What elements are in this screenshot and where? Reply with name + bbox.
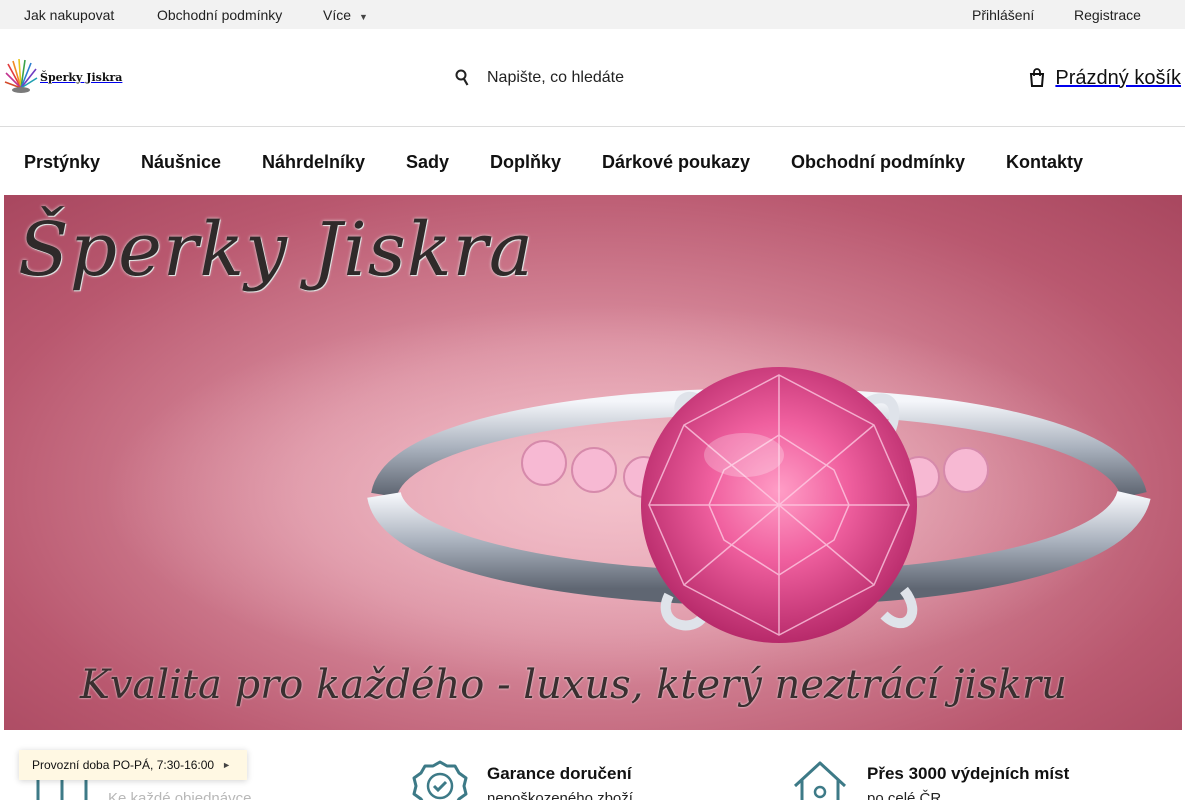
banner-tagline: Kvalita pro každého - luxus, který neztr… [80, 662, 1067, 708]
topbar-link-terms[interactable]: Obchodní podmínky [157, 7, 282, 23]
opening-hours-popup[interactable]: Provozní doba PO-PÁ, 7:30-16:00 ► [19, 750, 247, 780]
nav-item-rings[interactable]: Prstýnky [24, 152, 100, 173]
topbar-more-label: Více [323, 7, 352, 23]
search-input[interactable] [487, 69, 727, 87]
main-navigation: Prstýnky Náušnice Náhrdelníky Sady Doplň… [0, 127, 1185, 195]
search-icon[interactable] [452, 67, 472, 89]
chevron-down-icon: ▼ [359, 12, 368, 22]
topbar-link-how-to-shop[interactable]: Jak nakupovat [24, 7, 114, 23]
feature-subtitle: po celé ČR [867, 790, 942, 800]
logo-spark-icon [4, 58, 38, 93]
feature-title: Přes 3000 výdejních míst [867, 764, 1070, 783]
feature-subtitle: Ke každé objednávce [108, 790, 252, 800]
nav-item-contacts[interactable]: Kontakty [1006, 152, 1083, 173]
nav-item-accessories[interactable]: Doplňky [490, 152, 561, 173]
top-utility-bar: Jak nakupovat Obchodní podmínky Více ▼ Př… [0, 0, 1185, 29]
feature-subtitle: nepoškozeného zboží [487, 790, 633, 800]
nav-item-terms[interactable]: Obchodní podmínky [791, 152, 965, 173]
nav-item-gift-vouchers[interactable]: Dárkové poukazy [602, 152, 750, 173]
cart-icon [1030, 68, 1045, 87]
nav-item-necklaces[interactable]: Náhrdelníky [262, 152, 365, 173]
banner-title: Šperky Jiskra [18, 207, 535, 293]
nav-item-sets[interactable]: Sady [406, 152, 449, 173]
nav-item-earrings[interactable]: Náušnice [141, 152, 221, 173]
site-header: Šperky Jiskra Prázdný košík [0, 29, 1185, 127]
hero-banner[interactable]: Šperky Jiskra Kvalita pro každého - luxu… [4, 195, 1182, 730]
site-logo[interactable]: Šperky Jiskra [4, 57, 122, 97]
cart-button[interactable]: Prázdný košík [1029, 65, 1181, 91]
register-link[interactable]: Registrace [1074, 7, 1141, 23]
login-link[interactable]: Přihlášení [972, 7, 1034, 23]
logo-text: Šperky Jiskra [40, 70, 123, 84]
chevron-right-icon: ► [222, 760, 232, 770]
home-icon [793, 761, 847, 800]
verified-badge-icon [412, 760, 468, 800]
feature-title: Garance doručení [487, 764, 632, 783]
topbar-link-more[interactable]: Více ▼ [323, 7, 368, 23]
opening-hours-text: Provozní doba PO-PÁ, 7:30-16:00 [32, 758, 215, 772]
search-bar [452, 65, 752, 91]
cart-label: Prázdný košík [1055, 66, 1181, 89]
